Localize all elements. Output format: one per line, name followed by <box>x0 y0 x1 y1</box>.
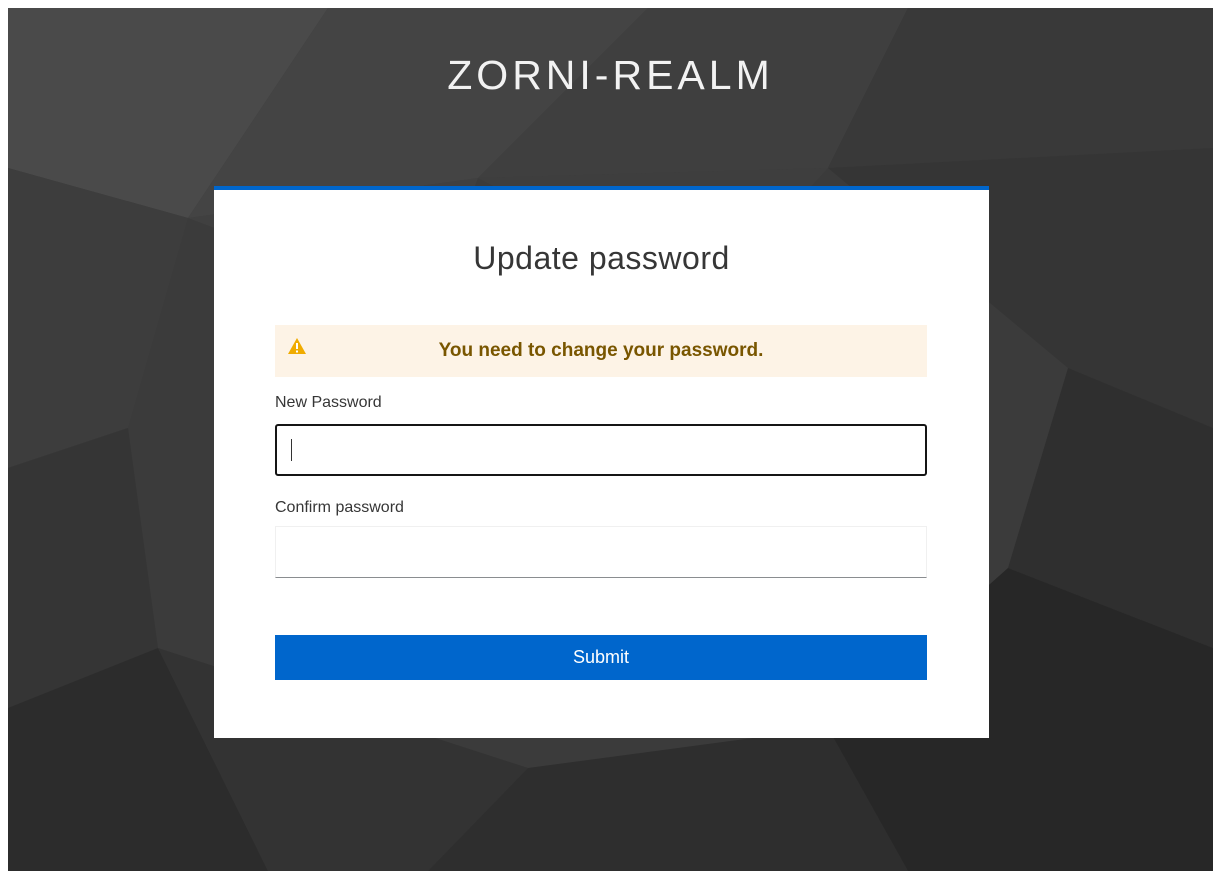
warning-alert: You need to change your password. <box>275 325 927 377</box>
new-password-input[interactable] <box>275 424 927 476</box>
confirm-password-label: Confirm password <box>275 499 404 516</box>
login-page-background: ZORNI-REALM Update password You need to … <box>8 8 1213 871</box>
submit-button[interactable]: Submit <box>275 635 927 680</box>
page-title: Update password <box>473 240 730 276</box>
update-password-card: Update password You need to change your … <box>214 186 989 738</box>
text-cursor <box>291 439 292 461</box>
confirm-password-input[interactable] <box>275 526 927 578</box>
alert-message: You need to change your password. <box>438 340 764 361</box>
new-password-label: New Password <box>275 394 382 411</box>
realm-title: ZORNI-REALM <box>447 52 774 98</box>
